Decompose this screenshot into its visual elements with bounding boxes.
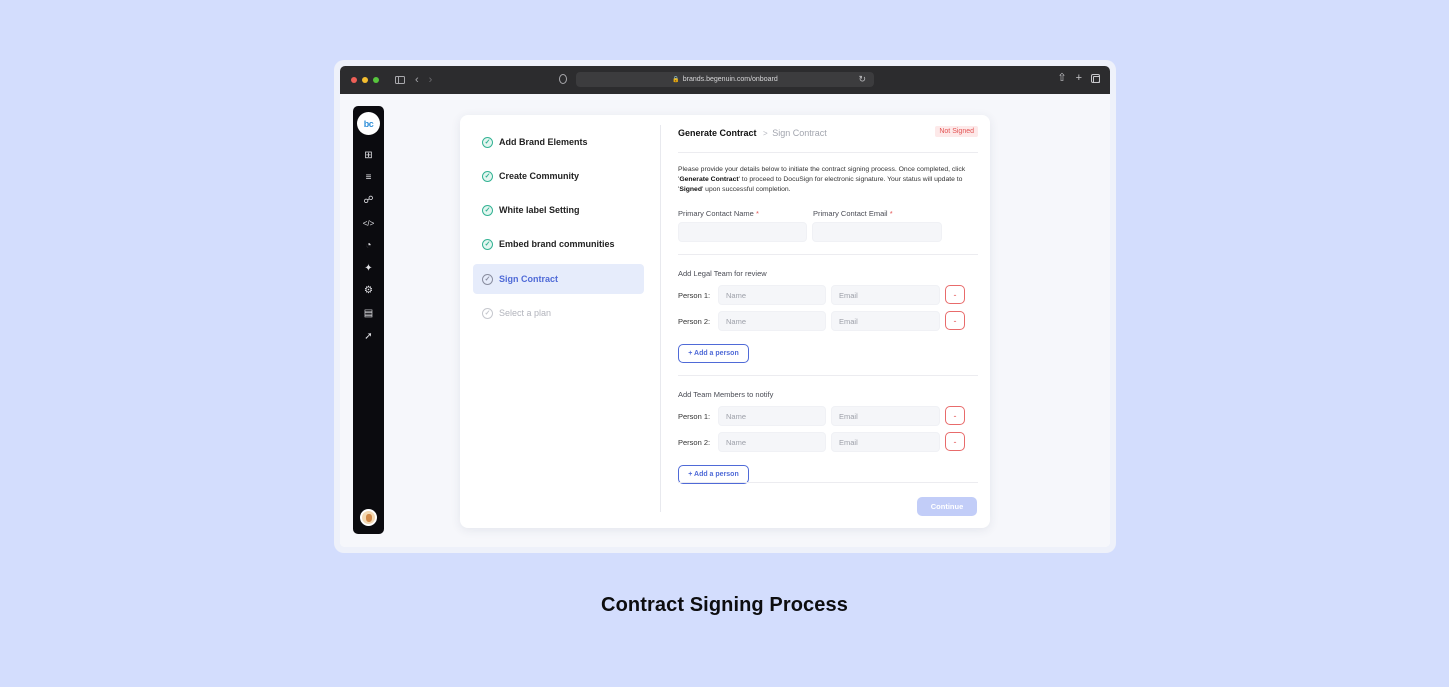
legal-person-1-name-input[interactable]: Name bbox=[718, 285, 826, 305]
legal-person-2-email-input[interactable]: Email bbox=[831, 311, 940, 331]
step-create-community[interactable]: ✓ Create Community bbox=[473, 161, 644, 191]
header-divider bbox=[678, 152, 978, 153]
lock-icon: 🔒 bbox=[672, 77, 680, 83]
browser-window: ‹ › 🔒 brands.begenuin.com/onboard ↻ ⇧ + … bbox=[340, 66, 1110, 547]
step-sign-contract[interactable]: ✓ Sign Contract bbox=[473, 264, 644, 294]
section-divider bbox=[678, 375, 978, 376]
step-label: Create Community bbox=[499, 171, 580, 181]
team-members-title: Add Team Members to notify bbox=[678, 390, 774, 399]
legal-team-title: Add Legal Team for review bbox=[678, 269, 767, 278]
window-controls bbox=[351, 77, 379, 83]
page-viewport: bc ⊞ ≡ ☍ </> ◔ ✦ ⚙ ▤ ➚ ✓ Add Brand Eleme… bbox=[340, 94, 1110, 547]
sidebar-nav: ⊞ ≡ ☍ </> ◔ ✦ ⚙ ▤ ➚ bbox=[353, 144, 384, 347]
breadcrumb-current: Generate Contract bbox=[678, 128, 757, 138]
breadcrumb-separator: > bbox=[763, 129, 768, 138]
primary-contact-email-input[interactable] bbox=[812, 222, 942, 242]
tasks-icon[interactable]: ≡ bbox=[353, 167, 384, 190]
close-window-button[interactable] bbox=[351, 77, 357, 83]
step-label: Sign Contract bbox=[499, 274, 559, 284]
step-add-brand-elements[interactable]: ✓ Add Brand Elements bbox=[473, 127, 644, 157]
new-tab-icon[interactable]: + bbox=[1076, 73, 1082, 84]
sidebar-toggle-icon[interactable] bbox=[395, 76, 405, 84]
analytics-icon[interactable]: ◔ bbox=[353, 234, 384, 257]
brand-logo[interactable]: bc bbox=[357, 112, 380, 135]
remove-team-person-1-button[interactable]: - bbox=[945, 406, 965, 425]
step-label: Embed brand communities bbox=[499, 239, 615, 249]
step-label: Add Brand Elements bbox=[499, 137, 588, 147]
remove-legal-person-1-button[interactable]: - bbox=[945, 285, 965, 304]
legal-person-2-label: Person 2: bbox=[678, 317, 711, 326]
trend-icon[interactable]: ➚ bbox=[353, 325, 384, 348]
check-circle-icon: ✓ bbox=[482, 273, 493, 285]
back-arrow-icon[interactable]: ‹ bbox=[415, 74, 419, 86]
footer-divider bbox=[678, 482, 978, 483]
minimize-window-button[interactable] bbox=[362, 77, 368, 83]
remove-team-person-2-button[interactable]: - bbox=[945, 432, 965, 451]
check-circle-icon: ✓ bbox=[482, 204, 493, 216]
zoom-window-button[interactable] bbox=[373, 77, 379, 83]
settings-icon[interactable]: ⚙ bbox=[353, 280, 384, 303]
step-label: Select a plan bbox=[499, 308, 552, 318]
instructions-text: Please provide your details below to ini… bbox=[678, 166, 966, 193]
add-legal-person-button[interactable]: + Add a person bbox=[678, 344, 749, 363]
breadcrumb-next: Sign Contract bbox=[772, 128, 827, 138]
url-text: brands.begenuin.com/onboard bbox=[682, 76, 778, 83]
section-divider bbox=[678, 254, 978, 255]
onboarding-card: ✓ Add Brand Elements ✓ Create Community … bbox=[460, 115, 990, 528]
primary-contact-email-label: Primary Contact Email * bbox=[813, 209, 893, 218]
dashboard-icon[interactable]: ⊞ bbox=[353, 144, 384, 167]
legal-person-1-label: Person 1: bbox=[678, 291, 711, 300]
breadcrumb: Generate Contract > Sign Contract bbox=[678, 128, 827, 138]
continue-button[interactable]: Continue bbox=[917, 497, 977, 516]
share-icon[interactable]: ⇧ bbox=[1057, 73, 1066, 84]
team-person-2-label: Person 2: bbox=[678, 438, 711, 447]
team-person-2-email-input[interactable]: Email bbox=[831, 432, 940, 452]
forward-arrow-icon[interactable]: › bbox=[429, 74, 433, 86]
store-icon[interactable]: ▤ bbox=[353, 302, 384, 325]
page-caption: Contract Signing Process bbox=[601, 594, 848, 616]
team-person-2-name-input[interactable]: Name bbox=[718, 432, 826, 452]
primary-contact-name-input[interactable] bbox=[678, 222, 807, 242]
magic-wand-icon[interactable]: ✦ bbox=[353, 257, 384, 280]
check-circle-icon: ✓ bbox=[482, 136, 493, 148]
check-circle-icon: ✓ bbox=[482, 307, 493, 319]
check-circle-icon: ✓ bbox=[482, 238, 493, 250]
user-avatar[interactable] bbox=[360, 509, 377, 526]
tab-overview-icon[interactable] bbox=[1091, 74, 1100, 83]
remove-legal-person-2-button[interactable]: - bbox=[945, 311, 965, 330]
team-person-1-email-input[interactable]: Email bbox=[831, 406, 940, 426]
browser-actions: ⇧ + bbox=[1057, 73, 1100, 84]
app-sidebar: bc ⊞ ≡ ☍ </> ◔ ✦ ⚙ ▤ ➚ bbox=[353, 106, 384, 534]
code-icon[interactable]: </> bbox=[353, 212, 384, 235]
step-select-a-plan[interactable]: ✓ Select a plan bbox=[473, 298, 644, 328]
status-badge: Not Signed bbox=[935, 126, 978, 137]
step-white-label-setting[interactable]: ✓ White label Setting bbox=[473, 195, 644, 225]
team-person-1-name-input[interactable]: Name bbox=[718, 406, 826, 426]
check-circle-icon: ✓ bbox=[482, 170, 493, 182]
step-embed-brand-communities[interactable]: ✓ Embed brand communities bbox=[473, 229, 644, 259]
legal-person-2-name-input[interactable]: Name bbox=[718, 311, 826, 331]
browser-titlebar: ‹ › 🔒 brands.begenuin.com/onboard ↻ ⇧ + bbox=[340, 66, 1110, 94]
privacy-shield-icon[interactable] bbox=[559, 74, 567, 84]
reload-icon[interactable]: ↻ bbox=[858, 74, 866, 85]
address-bar[interactable]: 🔒 brands.begenuin.com/onboard ↻ bbox=[576, 72, 874, 87]
legal-person-1-email-input[interactable]: Email bbox=[831, 285, 940, 305]
primary-contact-name-label: Primary Contact Name * bbox=[678, 209, 759, 218]
browser-frame: ‹ › 🔒 brands.begenuin.com/onboard ↻ ⇧ + … bbox=[334, 60, 1116, 553]
team-person-1-label: Person 1: bbox=[678, 412, 711, 421]
vertical-divider bbox=[660, 125, 661, 512]
community-icon[interactable]: ☍ bbox=[353, 189, 384, 212]
step-label: White label Setting bbox=[499, 205, 580, 215]
